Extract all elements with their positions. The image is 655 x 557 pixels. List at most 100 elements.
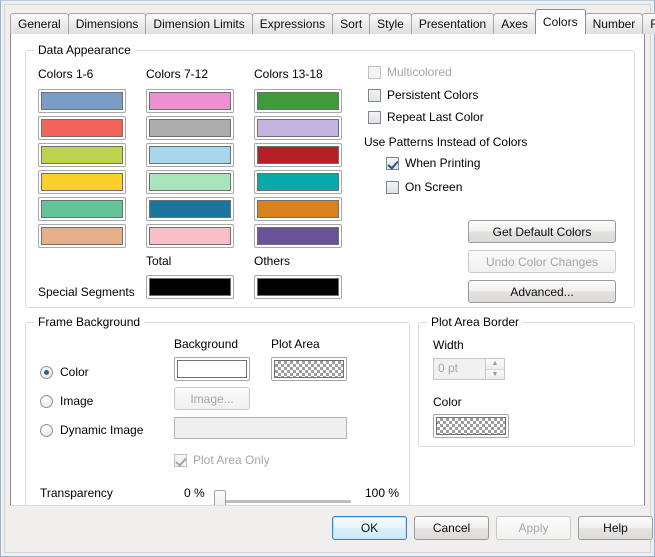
- color-swatch-12[interactable]: [146, 224, 234, 248]
- border-width-label: Width: [433, 338, 464, 352]
- tab-dimensions[interactable]: Dimensions: [67, 13, 147, 34]
- color-swatch-5-fill: [41, 200, 123, 218]
- border-width-spinner[interactable]: 0 pt ▲ ▼: [433, 358, 505, 380]
- color-swatch-10-fill: [149, 173, 231, 191]
- tab-number[interactable]: Number: [584, 13, 644, 34]
- background-color-fill: [177, 360, 247, 378]
- frame-color-radio[interactable]: Color: [40, 365, 89, 379]
- repeat-last-color-checkbox[interactable]: Repeat Last Color: [368, 110, 484, 124]
- total-color-fill: [149, 278, 231, 296]
- multicolored-checkbox-box: [368, 65, 381, 79]
- border-color-swatch[interactable]: [433, 414, 509, 438]
- total-label: Total: [146, 254, 172, 268]
- plot-area-label: Plot Area: [271, 337, 320, 351]
- tab-style[interactable]: Style: [369, 13, 412, 34]
- tab-dimension-limits[interactable]: Dimension Limits: [145, 13, 253, 34]
- color-swatch-13[interactable]: [254, 89, 342, 113]
- color-swatch-16[interactable]: [254, 170, 342, 194]
- color-swatch-11[interactable]: [146, 197, 234, 221]
- dynamic-image-input[interactable]: [174, 417, 347, 439]
- cancel-button[interactable]: Cancel: [414, 516, 489, 540]
- multicolored-label: Multicolored: [387, 65, 452, 79]
- advanced-button[interactable]: Advanced...: [468, 280, 616, 303]
- others-color-swatch[interactable]: [254, 275, 342, 299]
- transparency-label: Transparency: [40, 486, 113, 500]
- repeat-last-color-label: Repeat Last Color: [387, 110, 484, 124]
- tab-expressions[interactable]: Expressions: [251, 13, 334, 34]
- multicolored-checkbox[interactable]: Multicolored: [368, 65, 452, 79]
- border-width-value[interactable]: 0 pt: [434, 359, 485, 379]
- color-swatch-3[interactable]: [38, 143, 126, 167]
- frame-image-radio[interactable]: Image: [40, 394, 93, 408]
- frame-dynamic-image-radio[interactable]: Dynamic Image: [40, 423, 143, 437]
- image-browse-button[interactable]: Image...: [174, 387, 250, 410]
- color-swatch-5[interactable]: [38, 197, 126, 221]
- color-swatch-1[interactable]: [38, 89, 126, 113]
- tab-colors[interactable]: Colors: [534, 9, 586, 34]
- color-swatch-12-fill: [149, 227, 231, 245]
- tab-sort[interactable]: Sort: [332, 13, 371, 34]
- color-swatch-7[interactable]: [146, 89, 234, 113]
- frame-background-legend: Frame Background: [34, 315, 145, 329]
- colors-tab-page: Data Appearance Colors 1-6 Colors 7-12 C…: [10, 33, 645, 518]
- color-swatch-9[interactable]: [146, 143, 234, 167]
- use-patterns-heading: Use Patterns Instead of Colors: [364, 135, 528, 149]
- spinner-down-icon[interactable]: ▼: [486, 369, 504, 379]
- color-swatch-15[interactable]: [254, 143, 342, 167]
- frame-color-radio-label: Color: [60, 365, 89, 379]
- transparency-min-label: 0 %: [184, 486, 205, 500]
- color-swatch-6-fill: [41, 227, 123, 245]
- apply-button[interactable]: Apply: [496, 516, 571, 540]
- color-swatch-14-fill: [257, 119, 339, 137]
- color-swatch-17-fill: [257, 200, 339, 218]
- transparency-slider-track[interactable]: [216, 500, 351, 503]
- frame-dynamic-image-radio-label: Dynamic Image: [60, 423, 144, 437]
- color-swatch-14[interactable]: [254, 116, 342, 140]
- plot-area-color-swatch[interactable]: [271, 357, 347, 381]
- border-color-fill: [436, 417, 506, 435]
- colors-7-12-header: Colors 7-12: [146, 67, 209, 81]
- plot-area-only-checkbox[interactable]: Plot Area Only: [174, 453, 270, 467]
- get-default-colors-button[interactable]: Get Default Colors: [468, 220, 616, 243]
- color-swatch-4[interactable]: [38, 170, 126, 194]
- background-color-swatch[interactable]: [174, 357, 250, 381]
- dialog-button-bar: OK Cancel Apply Help: [8, 505, 653, 549]
- data-appearance-group: Data Appearance Colors 1-6 Colors 7-12 C…: [25, 43, 635, 308]
- frame-dynamic-image-radio-dot: [40, 423, 53, 437]
- color-swatch-8[interactable]: [146, 116, 234, 140]
- color-swatch-18[interactable]: [254, 224, 342, 248]
- color-swatch-10[interactable]: [146, 170, 234, 194]
- undo-color-changes-button[interactable]: Undo Color Changes: [468, 250, 616, 273]
- when-printing-checkbox[interactable]: When Printing: [386, 156, 480, 170]
- color-swatch-17[interactable]: [254, 197, 342, 221]
- on-screen-checkbox[interactable]: On Screen: [386, 180, 462, 194]
- tab-font[interactable]: Font: [642, 13, 655, 34]
- total-color-swatch[interactable]: [146, 275, 234, 299]
- persistent-colors-label: Persistent Colors: [387, 88, 479, 102]
- color-swatch-15-fill: [257, 146, 339, 164]
- background-label: Background: [174, 337, 239, 351]
- color-swatch-7-fill: [149, 92, 231, 110]
- color-swatch-1-fill: [41, 92, 123, 110]
- others-label: Others: [254, 254, 291, 268]
- tab-axes[interactable]: Axes: [493, 13, 536, 34]
- dialog-inner: General Dimensions Dimension Limits Expr…: [4, 4, 655, 553]
- border-color-label: Color: [433, 395, 462, 409]
- color-swatch-6[interactable]: [38, 224, 126, 248]
- tab-general[interactable]: General: [10, 13, 69, 34]
- color-swatch-16-fill: [257, 173, 339, 191]
- when-printing-label: When Printing: [405, 156, 481, 170]
- tab-presentation[interactable]: Presentation: [410, 13, 495, 34]
- color-swatch-2[interactable]: [38, 116, 126, 140]
- spinner-up-icon[interactable]: ▲: [486, 359, 504, 370]
- data-appearance-legend: Data Appearance: [34, 43, 135, 57]
- help-button[interactable]: Help: [578, 516, 653, 540]
- plot-area-border-group: Plot Area Border Width 0 pt ▲ ▼ Color: [418, 315, 635, 447]
- repeat-last-color-checkbox-box: [368, 110, 381, 124]
- color-swatch-2-fill: [41, 119, 123, 137]
- border-width-spinner-arrows: ▲ ▼: [485, 359, 504, 379]
- persistent-colors-checkbox[interactable]: Persistent Colors: [368, 88, 478, 102]
- ok-button[interactable]: OK: [332, 516, 407, 540]
- color-swatch-18-fill: [257, 227, 339, 245]
- color-swatch-3-fill: [41, 146, 123, 164]
